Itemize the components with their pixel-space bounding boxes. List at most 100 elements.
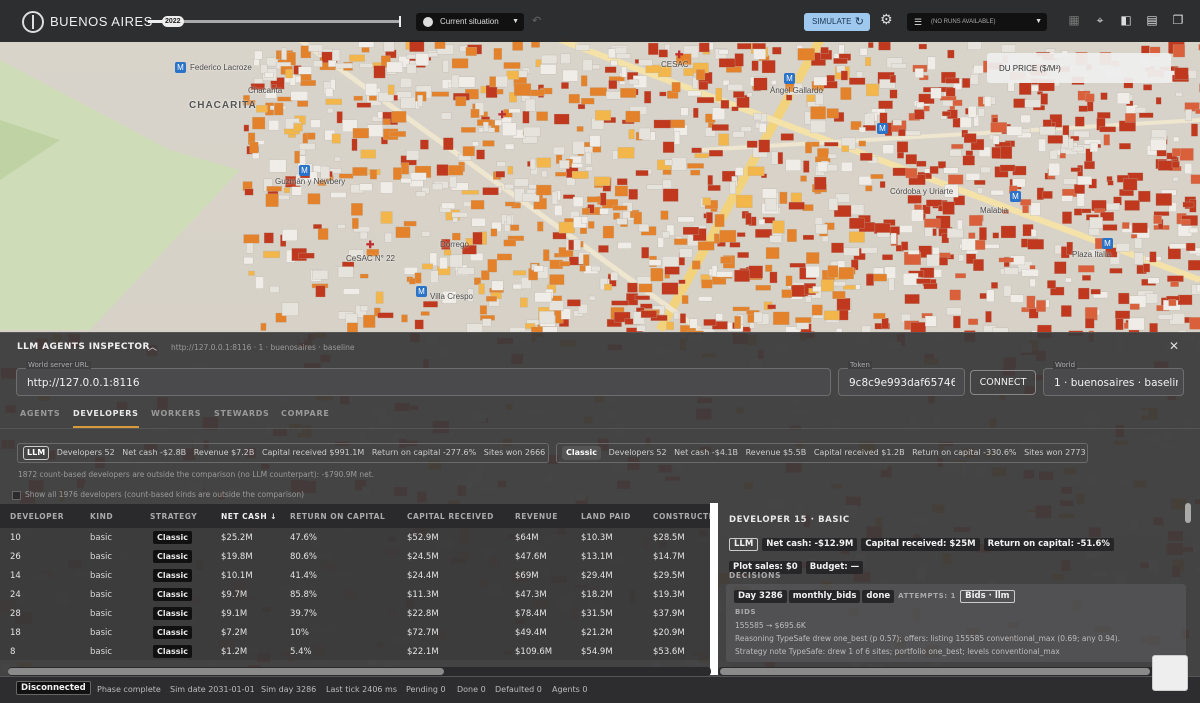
inspector-title: LLM AGENTS INSPECTOR — [17, 342, 150, 352]
building-icon[interactable]: ▦ — [1066, 13, 1082, 27]
scrollbar-thumb[interactable] — [8, 668, 444, 675]
bid-line: 155585 → $695.6K — [735, 621, 806, 630]
checkbox[interactable] — [12, 490, 21, 500]
col-header[interactable]: RETURN ON CAPITAL — [290, 512, 385, 521]
tab-compare[interactable]: COMPARE — [281, 409, 329, 418]
summary-item: Developers 52 — [56, 448, 115, 457]
collapse-chevron-icon[interactable]: ︿ — [148, 340, 157, 353]
table-cell: $37.9M — [653, 609, 685, 619]
table-cell: $47.6M — [515, 552, 547, 562]
col-header[interactable]: REVENUE — [515, 512, 558, 521]
simulate-button[interactable]: SIMULATE ↻ — [804, 13, 870, 31]
status-agents: Agents 0 — [552, 685, 588, 694]
table-cell: $18.2M — [581, 590, 613, 600]
table-cell: $20.9M — [653, 628, 685, 638]
summary-item: Return on capital -330.6% — [912, 448, 1017, 457]
show-all-toggle[interactable]: Show all 1976 developers (count-based ki… — [12, 490, 304, 500]
table-cell: 8 — [10, 647, 16, 657]
settings-gear-icon[interactable]: ⚙ — [880, 12, 893, 28]
tab-developers[interactable]: DEVELOPERS — [73, 409, 139, 428]
world-server-url-field[interactable]: World server URL http://127.0.0.1:8116 — [16, 361, 831, 396]
detail-chip: Budget: — — [805, 561, 864, 574]
decision-day: Day 3286 — [734, 590, 787, 603]
table-cell: basic — [90, 609, 113, 619]
status-sim-date: Sim date 2031-01-01 — [170, 685, 255, 694]
windows-icon[interactable]: ❐ — [1170, 13, 1186, 27]
llm-summary: LLM Developers 52 Net cash -$2.8B Revenu… — [17, 443, 549, 463]
col-header[interactable]: CONSTRUCTIO — [653, 512, 711, 521]
col-header[interactable]: KIND — [90, 512, 113, 521]
table-row[interactable]: 24 basic Classic $9.7M 85.8% $11.3M $47.3M $18.… — [0, 585, 711, 604]
table-cell: $47.3M — [515, 590, 547, 600]
detail-scrollbar[interactable] — [1185, 503, 1191, 523]
token-field[interactable]: Token 9c8c9e993daf657465 — [838, 361, 965, 396]
table-cell: $22.8M — [407, 609, 439, 619]
table-row[interactable]: 26 basic Classic $19.8M 80.6% $24.5M $47.6M $13… — [0, 547, 711, 566]
table-cell: 28 — [10, 609, 21, 619]
tab-workers[interactable]: WORKERS — [151, 409, 201, 418]
table-row[interactable]: 18 basic Classic $7.2M 10% $72.7M $49.4M $21.2M… — [0, 623, 711, 642]
table-cell: 80.6% — [290, 552, 318, 562]
summary-item: Net cash -$4.1B — [674, 448, 739, 457]
table-cell: basic — [90, 552, 113, 562]
table-row[interactable]: 8 basic Classic $1.2M 5.4% $22.1M $109.6M $54.9… — [0, 642, 711, 660]
decision-card[interactable]: Day 3286 monthly_bids done ATTEMPTS: 1 Bids … — [726, 584, 1186, 662]
table-cell: $22.1M — [407, 647, 439, 657]
table-cell: basic — [90, 571, 113, 581]
table-cell: $10.1M — [221, 571, 253, 581]
table-cell: $52.9M — [407, 533, 439, 543]
map-label: Córdoba y Uriarte — [890, 187, 954, 196]
strategy-chip: Classic — [153, 626, 193, 639]
split-view-icon[interactable]: ◧ — [1118, 13, 1134, 27]
metro-icon: M — [877, 123, 888, 134]
decision-source: Bids · llm — [960, 590, 1015, 603]
table-cell: $72.7M — [407, 628, 439, 638]
hospital-icon: ✚ — [366, 240, 375, 251]
summary-item: Return on capital -277.6% — [371, 448, 477, 457]
strategy-chip: Classic — [153, 569, 193, 582]
top-bar: BUENOS AIRES 2022 Current situation ▼ ↶ … — [0, 0, 1200, 42]
undo-icon[interactable]: ↶ — [532, 14, 541, 27]
tab-agents[interactable]: AGENTS — [20, 409, 60, 418]
col-header-sorted[interactable]: NET CASH ↓ — [221, 512, 277, 521]
table-cell: $29.5M — [653, 571, 685, 581]
strategy-note: Strategy note TypeSafe: drew 1 of 6 site… — [735, 647, 1060, 656]
year-slider-thumb[interactable]: 2022 — [162, 16, 184, 27]
col-header[interactable]: DEVELOPER — [10, 512, 64, 521]
table-cell: $25.2M — [221, 533, 253, 543]
du-price-legend: DU PRICE ($/M²) — [987, 53, 1171, 83]
tab-stewards[interactable]: STEWARDS — [214, 409, 270, 418]
city-name: BUENOS AIRES — [50, 14, 153, 29]
table-cell: 26 — [10, 552, 21, 562]
location-pin-icon[interactable]: ⌖ — [1092, 13, 1108, 28]
col-header[interactable]: LAND PAID — [581, 512, 631, 521]
decision-kind: monthly_bids — [788, 590, 861, 603]
connect-button[interactable]: CONNECT — [970, 370, 1036, 395]
table-cell: basic — [90, 647, 113, 657]
table-row[interactable]: 14 basic Classic $10.1M 41.4% $24.4M $69M $29.4… — [0, 566, 711, 585]
table-cell: $24.5M — [407, 552, 439, 562]
world-select[interactable]: World 1 · buenosaires · baseline — [1043, 361, 1184, 396]
col-header[interactable]: CAPITAL RECEIVED — [407, 512, 494, 521]
runs-select[interactable]: ☰ (NO RUNS AVAILABLE) ▼ — [907, 13, 1047, 31]
decision-header: Day 3286 monthly_bids done ATTEMPTS: 1 Bids … — [734, 590, 1017, 606]
table-horizontal-scrollbar[interactable] — [8, 667, 711, 676]
table-cell: 5.4% — [290, 647, 312, 657]
table-cell: 10% — [290, 628, 309, 638]
chat-icon[interactable]: ▤ — [1144, 13, 1160, 27]
strategy-chip: Classic — [153, 645, 193, 658]
detail-horizontal-scrollbar[interactable] — [718, 667, 1180, 676]
table-cell: $14.7M — [653, 552, 685, 562]
col-header[interactable]: STRATEGY — [150, 512, 197, 521]
table-cell: $9.1M — [221, 609, 248, 619]
table-header: DEVELOPER KIND STRATEGY NET CASH ↓ RETUR… — [0, 504, 711, 528]
close-icon[interactable]: ✕ — [1169, 339, 1179, 353]
table-divider-scrollbar[interactable] — [710, 503, 718, 675]
year-slider[interactable] — [148, 20, 400, 23]
minimap-thumbnail[interactable] — [1152, 655, 1188, 691]
table-row[interactable]: 10 basic Classic $25.2M 47.6% $52.9M $64M $10.3… — [0, 528, 711, 547]
summary-item: Net cash -$2.8B — [122, 448, 187, 457]
table-row[interactable]: 28 basic Classic $9.1M 39.7% $22.8M $78.4M $31.… — [0, 604, 711, 623]
year-slider-end — [399, 16, 401, 27]
scenario-select[interactable]: Current situation ▼ — [416, 13, 524, 31]
